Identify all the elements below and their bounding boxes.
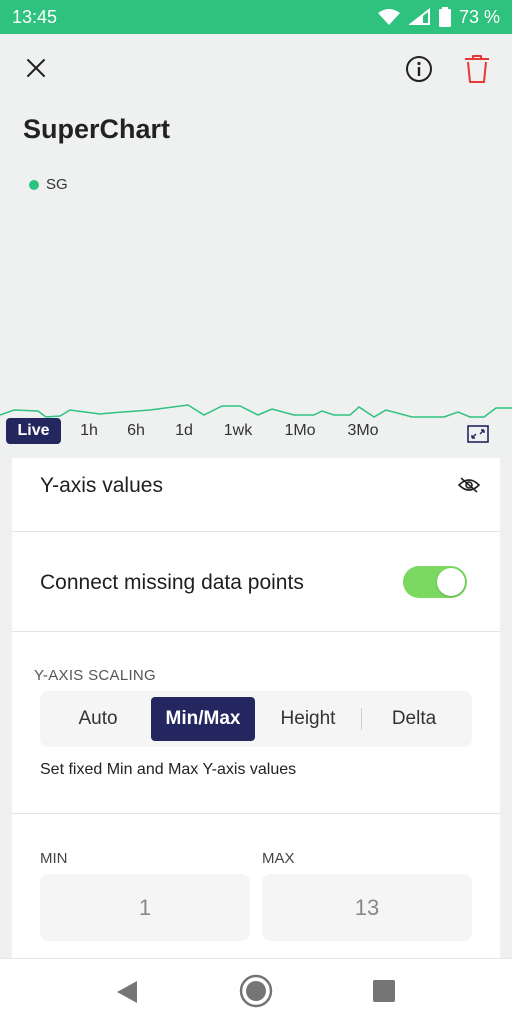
min-input[interactable]	[40, 874, 250, 941]
status-bar: 13:45 73 %	[0, 0, 512, 34]
time-range-1d[interactable]: 1d	[166, 418, 202, 444]
scaling-option-height[interactable]: Height	[256, 697, 360, 741]
signal-icon	[408, 8, 430, 25]
page-title: SuperChart	[23, 114, 171, 144]
recent-apps-icon[interactable]	[373, 980, 395, 1002]
battery-percent: 73 %	[458, 6, 500, 27]
back-icon[interactable]	[115, 979, 139, 1005]
scaling-option-minmax[interactable]: Min/Max	[151, 697, 255, 741]
time-range-1h[interactable]: 1h	[72, 418, 106, 444]
wifi-icon	[377, 9, 400, 25]
time-range-1wk[interactable]: 1wk	[214, 418, 262, 444]
close-button[interactable]	[20, 52, 52, 84]
legend-series-label: SG	[46, 176, 68, 193]
scaling-option-delta[interactable]: Delta	[362, 697, 466, 741]
y-axis-values-label: Y-axis values	[40, 474, 163, 497]
trash-icon	[465, 55, 489, 83]
info-icon	[406, 56, 432, 82]
max-label: MAX	[262, 850, 295, 867]
time-range-1mo[interactable]: 1Mo	[276, 418, 324, 444]
fullscreen-button[interactable]	[467, 424, 489, 444]
battery-icon	[438, 7, 451, 27]
chart-legend: SG	[29, 176, 68, 193]
max-input[interactable]	[262, 874, 472, 941]
time-range-live[interactable]: Live	[6, 418, 61, 444]
scaling-option-auto[interactable]: Auto	[46, 697, 150, 741]
top-bar	[0, 34, 512, 104]
time-range-bar: Live 1h 6h 1d 1wk 1Mo 3Mo	[0, 414, 512, 448]
status-icons: 73 %	[377, 7, 500, 28]
eye-off-icon[interactable]	[457, 476, 481, 494]
status-time: 13:45	[12, 6, 58, 27]
connect-missing-label: Connect missing data points	[40, 571, 304, 594]
connect-missing-toggle[interactable]	[403, 566, 467, 598]
info-button[interactable]	[404, 54, 434, 84]
home-icon[interactable]	[239, 974, 273, 1008]
scaling-segmented-control: Auto Min/Max Height Delta	[40, 691, 472, 747]
y-axis-scaling-heading: Y-AXIS SCALING	[34, 667, 157, 684]
time-range-6h[interactable]: 6h	[118, 418, 154, 444]
legend-color-dot	[29, 179, 39, 190]
toggle-knob	[437, 568, 465, 596]
scaling-hint-text: Set fixed Min and Max Y-axis values	[40, 761, 297, 778]
expand-icon	[467, 425, 489, 443]
time-range-3mo[interactable]: 3Mo	[338, 418, 388, 444]
y-axis-values-row[interactable]: Y-axis values	[12, 458, 500, 532]
min-label: MIN	[40, 850, 68, 867]
delete-button[interactable]	[462, 53, 492, 85]
close-icon	[27, 59, 45, 77]
system-nav-bar	[0, 958, 512, 1024]
